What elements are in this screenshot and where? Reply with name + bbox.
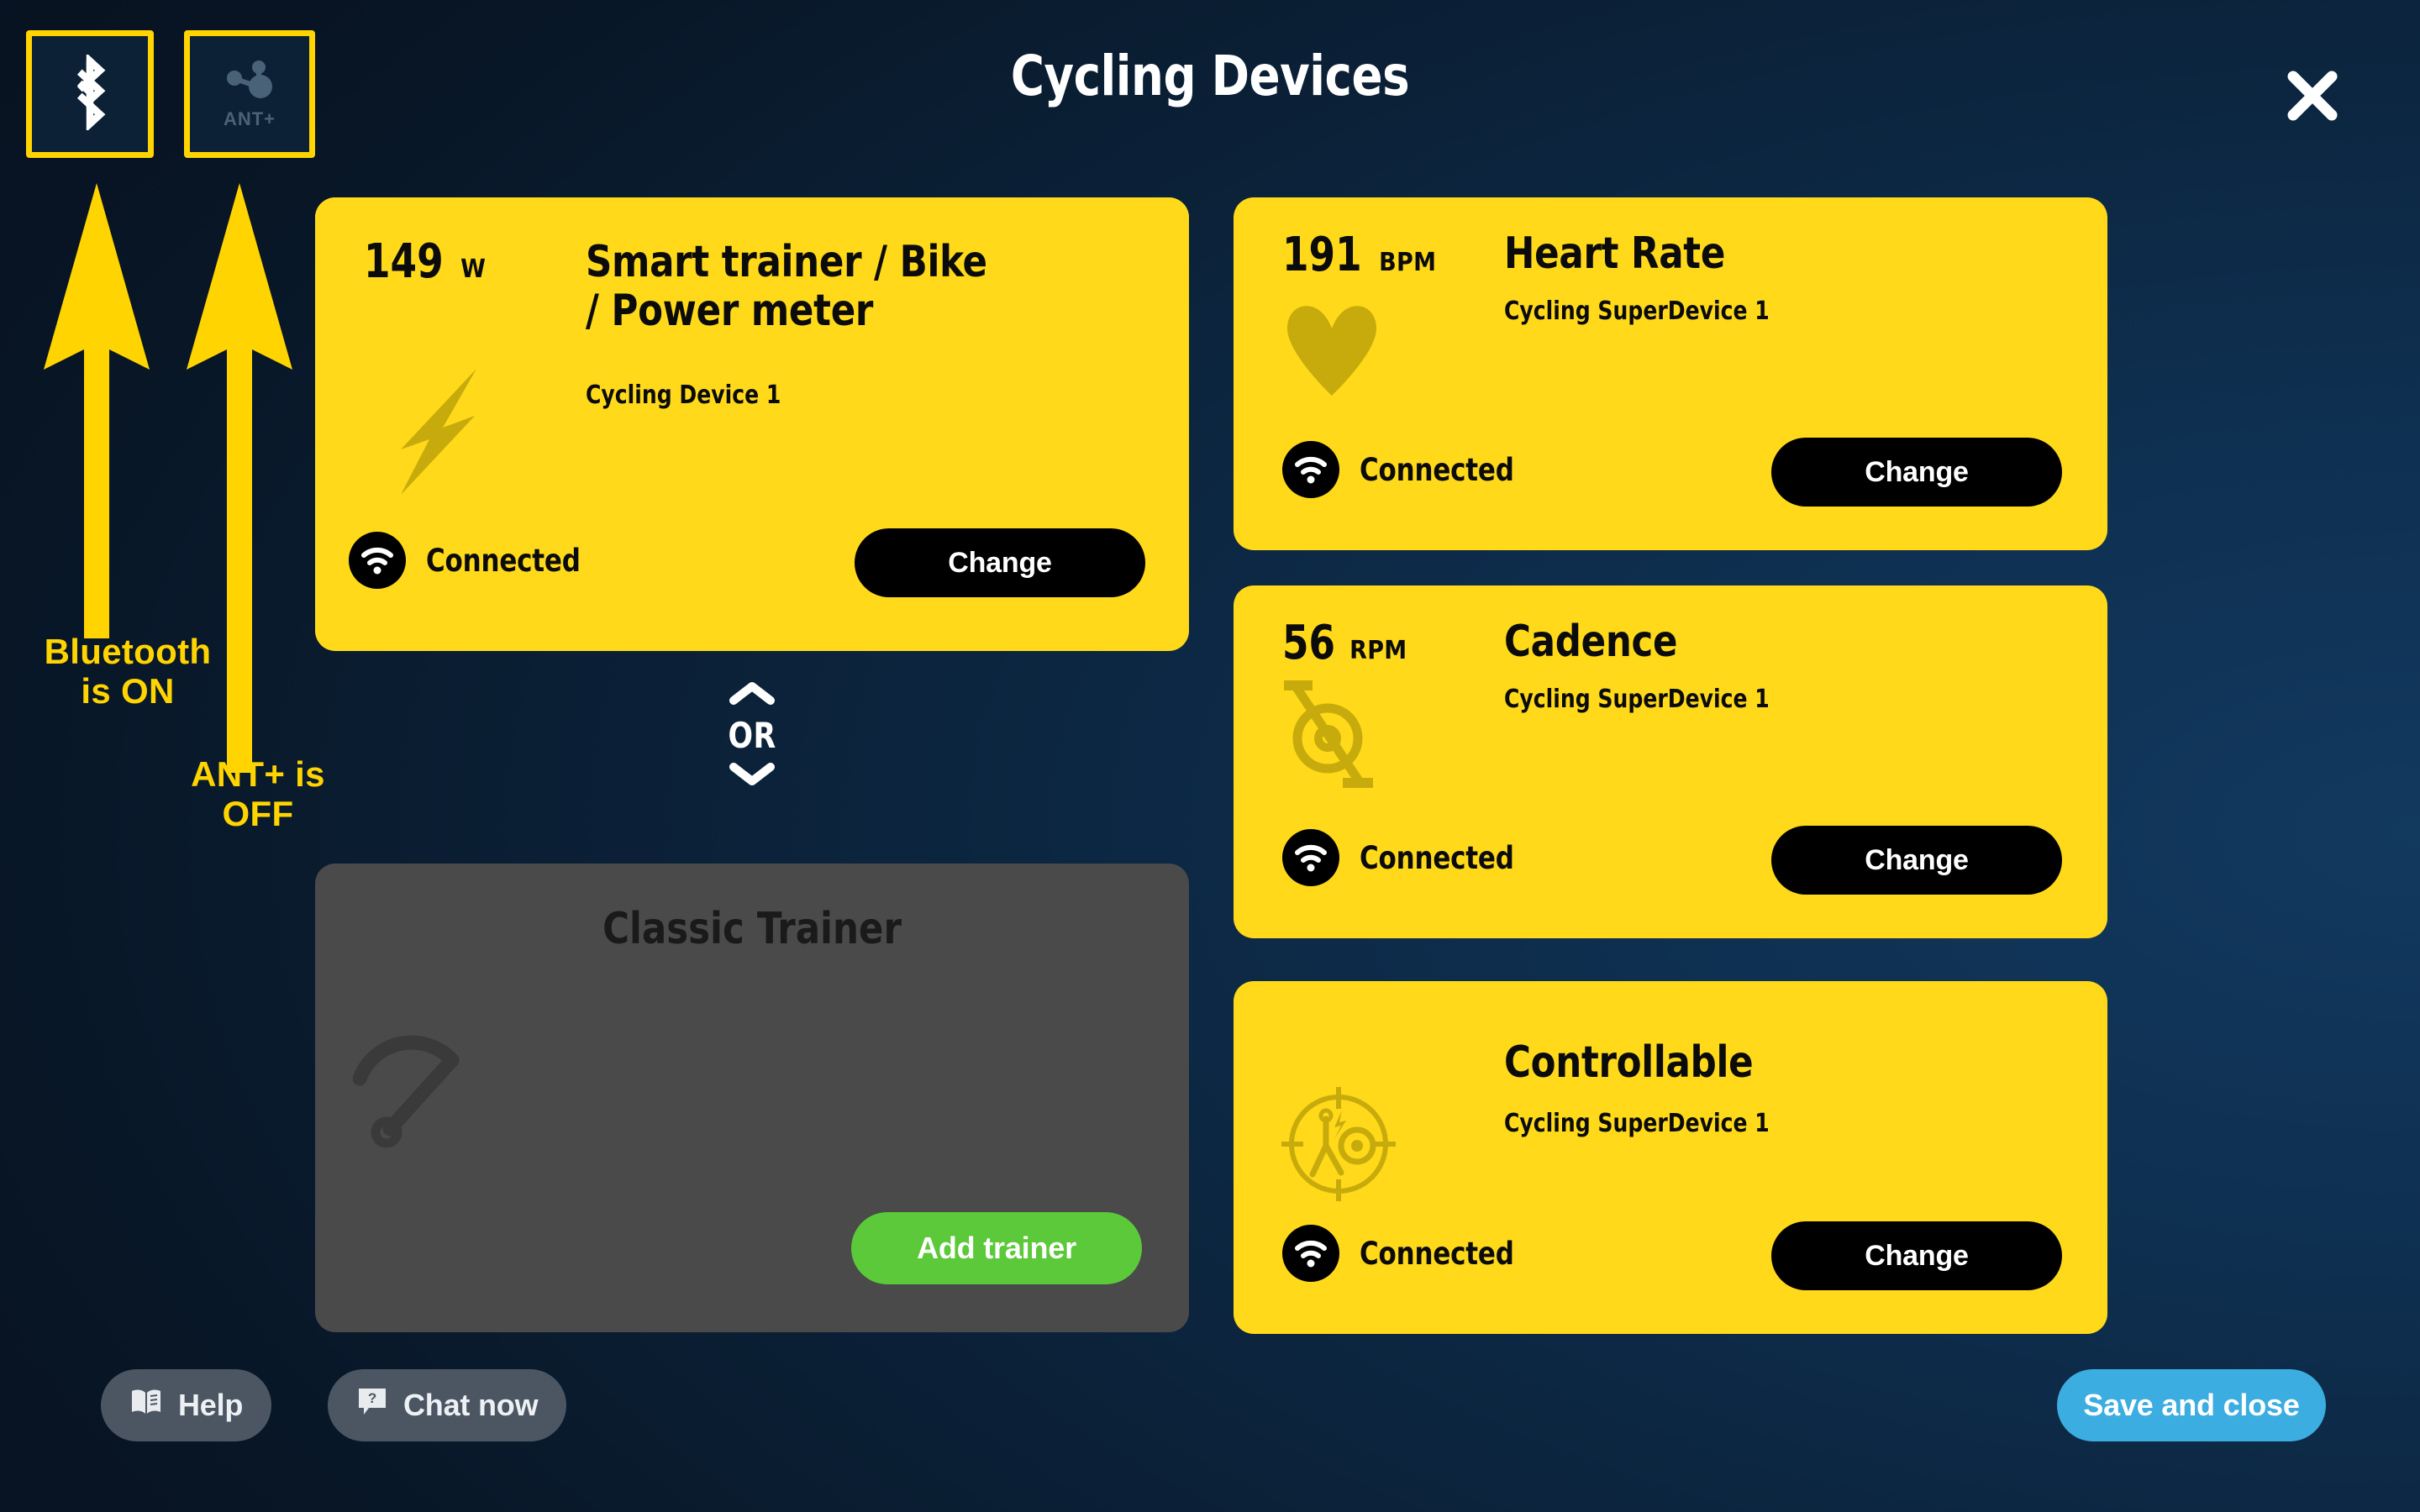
cadence-metric: 56 RPM <box>1282 616 1407 670</box>
cadence-value: 56 <box>1282 616 1336 670</box>
save-and-close-button[interactable]: Save and close <box>2057 1369 2326 1441</box>
bluetooth-annotation-label: Bluetooth is ON <box>44 632 212 711</box>
add-trainer-button[interactable]: Add trainer <box>851 1212 1142 1284</box>
heart-rate-change-button[interactable]: Change <box>1771 438 2062 507</box>
cadence-unit: RPM <box>1349 636 1407 665</box>
heart-rate-metric: 191 BPM <box>1282 228 1436 282</box>
cadence-device-name: Cycling SuperDevice 1 <box>1504 685 1770 714</box>
wifi-icon <box>1282 441 1339 498</box>
heart-rate-status-label: Connected <box>1360 451 1514 488</box>
cadence-change-button[interactable]: Change <box>1771 826 2062 895</box>
heart-rate-status: Connected <box>1282 441 1526 498</box>
heart-rate-value: 191 <box>1282 228 1362 282</box>
ant-plus-toggle-button[interactable]: ANT+ <box>184 30 315 158</box>
bluetooth-icon <box>62 52 118 134</box>
cycling-devices-dialog: Cycling Devices ANT+ Bluetooth is ON ANT… <box>0 0 2420 1512</box>
controllable-card: Controllable Cycling SuperDevice 1 Conne… <box>1234 981 2107 1334</box>
lightning-bolt-icon <box>349 350 492 514</box>
heart-rate-card: 191 BPM Heart Rate Cycling SuperDevice 1… <box>1234 197 2107 550</box>
controllable-device-name: Cycling SuperDevice 1 <box>1504 1109 1770 1138</box>
crank-pedal-icon <box>1276 678 1385 796</box>
chat-label: Chat now <box>403 1388 539 1422</box>
power-card-title: Smart trainer / Bike / Power meter <box>586 237 987 337</box>
close-icon[interactable] <box>2282 66 2343 126</box>
cadence-title: Cadence <box>1504 617 1678 667</box>
chevron-down-icon <box>729 761 776 790</box>
heart-rate-device-name: Cycling SuperDevice 1 <box>1504 297 1770 326</box>
classic-trainer-title: Classic Trainer <box>602 904 902 954</box>
svg-text:?: ? <box>368 1390 376 1406</box>
chat-question-icon: ? <box>356 1386 388 1425</box>
heart-icon <box>1282 298 1381 405</box>
book-icon <box>129 1388 163 1424</box>
power-unit: W <box>460 255 487 284</box>
wifi-icon <box>1282 829 1339 886</box>
wifi-icon <box>1282 1225 1339 1282</box>
controllable-status-label: Connected <box>1360 1235 1514 1272</box>
cadence-status-label: Connected <box>1360 839 1514 876</box>
chat-now-button[interactable]: ? Chat now <box>328 1369 567 1441</box>
heart-rate-title: Heart Rate <box>1504 228 1726 279</box>
power-status-label: Connected <box>426 542 581 579</box>
help-label: Help <box>178 1388 244 1422</box>
heart-rate-unit: BPM <box>1379 248 1437 277</box>
power-device-card-body: 149 W Smart trainer / Bike / Power meter… <box>315 197 1189 651</box>
ant-plus-icon <box>219 59 280 107</box>
power-value: 149 <box>364 234 444 289</box>
chevron-up-icon <box>729 680 776 710</box>
controllable-title: Controllable <box>1504 1037 1754 1088</box>
speedometer-icon <box>352 1026 471 1157</box>
or-divider: OR <box>315 680 1189 790</box>
wifi-icon <box>349 532 406 589</box>
bluetooth-toggle-button[interactable] <box>26 30 154 158</box>
cadence-status: Connected <box>1282 829 1526 886</box>
ant-plus-label: ANT+ <box>223 108 276 129</box>
controllable-status: Connected <box>1282 1225 1526 1282</box>
help-button[interactable]: Help <box>101 1369 272 1441</box>
controllable-change-button[interactable]: Change <box>1771 1221 2062 1290</box>
power-metric: 149 W <box>364 234 486 289</box>
power-change-button[interactable]: Change <box>855 528 1145 597</box>
power-status: Connected <box>349 532 592 589</box>
cadence-card: 56 RPM Cadence Cycling SuperDevice 1 Con… <box>1234 585 2107 938</box>
or-label: OR <box>728 715 776 756</box>
power-device-name: Cycling Device 1 <box>586 381 781 410</box>
trainer-control-icon <box>1276 1080 1402 1212</box>
page-title: Cycling Devices <box>1010 44 1410 108</box>
